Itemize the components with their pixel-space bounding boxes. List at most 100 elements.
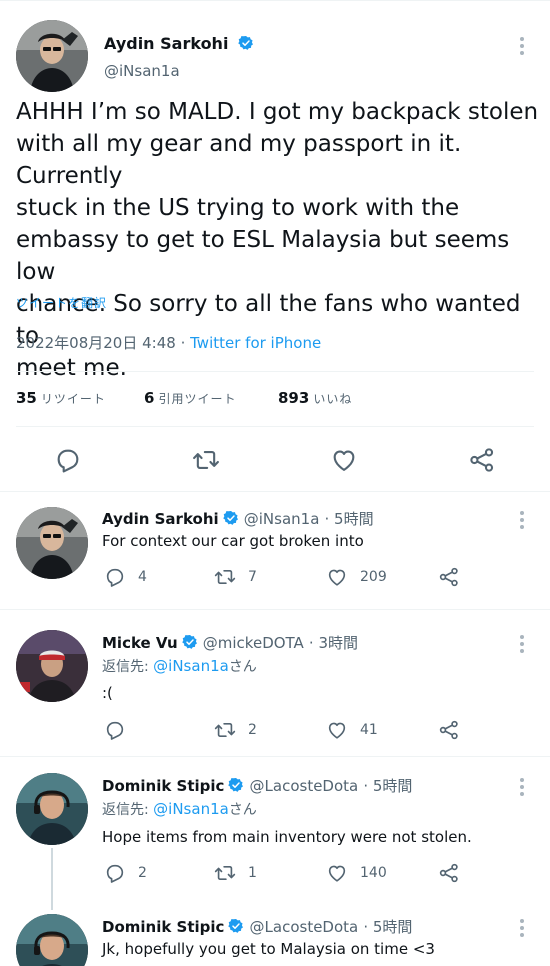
avatar-image xyxy=(16,914,88,966)
verified-badge-icon xyxy=(238,35,254,51)
likes-label: いいね xyxy=(313,392,353,406)
retweet-count: 7 xyxy=(248,569,257,585)
top-divider xyxy=(0,0,550,1)
replying-to-mention[interactable]: @iNsan1a xyxy=(153,657,229,675)
quotes-count: 6 xyxy=(144,389,155,407)
like-count: 209 xyxy=(360,569,387,585)
author-name-row[interactable]: Aydin Sarkohi xyxy=(104,34,254,53)
thread-connector-line xyxy=(51,848,53,910)
retweet-icon[interactable] xyxy=(192,446,220,474)
more-icon[interactable] xyxy=(514,34,530,58)
verified-badge-icon xyxy=(223,510,239,526)
main-tweet-divider xyxy=(0,491,550,492)
verified-badge-icon xyxy=(182,634,198,650)
retweets-label: リツイート xyxy=(40,392,106,406)
tweet-text-line: with all my gear and my passport in it. … xyxy=(16,131,462,189)
like-icon[interactable] xyxy=(326,719,348,741)
avatar-image xyxy=(16,630,88,702)
retweets-stat[interactable]: 35 リツイート xyxy=(16,388,106,407)
tweet-text-line: meet me. xyxy=(16,355,127,381)
reply-divider xyxy=(0,756,550,757)
author-handle[interactable]: @iNsan1a xyxy=(104,62,180,80)
reply-time[interactable]: · 5時間 xyxy=(363,777,412,795)
like-icon[interactable] xyxy=(326,566,348,588)
reply-header: Dominik Stipic @LacosteDota · 5時間 xyxy=(102,775,412,796)
share-icon[interactable] xyxy=(438,566,460,588)
reply-author-name[interactable]: Aydin Sarkohi xyxy=(102,510,219,528)
stats-bottom-divider xyxy=(16,426,534,427)
quotes-stat[interactable]: 6 引用ツイート xyxy=(144,388,236,407)
reply-author-handle[interactable]: @mickeDOTA xyxy=(203,634,304,652)
reply-time[interactable]: · 3時間 xyxy=(309,634,358,652)
timestamp[interactable]: 2022年08月20日 4:48 xyxy=(16,334,176,352)
more-icon[interactable] xyxy=(514,916,530,940)
replying-to-mention[interactable]: @iNsan1a xyxy=(153,800,229,818)
retweet-icon[interactable] xyxy=(214,566,236,588)
like-count: 41 xyxy=(360,722,378,738)
replying-to: 返信先: @iNsan1aさん xyxy=(102,799,257,819)
reply-icon[interactable] xyxy=(104,719,126,741)
share-icon[interactable] xyxy=(438,862,460,884)
likes-stat[interactable]: 893 いいね xyxy=(278,388,352,407)
reply-author-name[interactable]: Dominik Stipic xyxy=(102,777,224,795)
like-icon[interactable] xyxy=(326,862,348,884)
reply-divider xyxy=(0,609,550,610)
more-icon[interactable] xyxy=(514,508,530,532)
quotes-label: 引用ツイート xyxy=(158,392,237,406)
retweet-count: 1 xyxy=(248,865,257,881)
retweet-icon[interactable] xyxy=(214,719,236,741)
replying-to-suffix: さん xyxy=(228,802,257,818)
reply-time[interactable]: · 5時間 xyxy=(324,510,373,528)
reply-icon[interactable] xyxy=(104,566,126,588)
reply-header: Dominik Stipic @LacosteDota · 5時間 xyxy=(102,916,412,937)
replying-to-prefix: 返信先: xyxy=(102,659,154,675)
reply-text: Jk, hopefully you get to Malaysia on tim… xyxy=(102,940,435,958)
share-icon[interactable] xyxy=(438,719,460,741)
verified-badge-icon xyxy=(228,918,244,934)
avatar-image xyxy=(16,20,88,92)
retweet-icon[interactable] xyxy=(214,862,236,884)
meta-separator: · xyxy=(175,334,191,352)
reply-avatar[interactable] xyxy=(16,630,88,702)
replying-to-suffix: さん xyxy=(228,659,257,675)
stats-top-divider xyxy=(16,371,534,372)
reply-author-handle[interactable]: @LacosteDota xyxy=(250,918,359,936)
reply-icon[interactable] xyxy=(104,862,126,884)
tweet-source[interactable]: Twitter for iPhone xyxy=(190,334,321,352)
reply-text: Hope items from main inventory were not … xyxy=(102,828,472,846)
avatar[interactable] xyxy=(16,20,88,92)
reply-text: For context our car got broken into xyxy=(102,532,364,550)
reply-author-name[interactable]: Micke Vu xyxy=(102,634,178,652)
reply-avatar[interactable] xyxy=(16,914,88,966)
reply-author-handle[interactable]: @LacosteDota xyxy=(250,777,359,795)
avatar-image xyxy=(16,773,88,845)
tweet-text-line: stuck in the US trying to work with the xyxy=(16,195,460,221)
reply-header: Micke Vu @mickeDOTA · 3時間 xyxy=(102,632,358,653)
reply-count: 4 xyxy=(138,569,147,585)
replying-to: 返信先: @iNsan1aさん xyxy=(102,656,257,676)
retweet-count: 2 xyxy=(248,722,257,738)
retweets-count: 35 xyxy=(16,389,37,407)
replying-to-prefix: 返信先: xyxy=(102,802,154,818)
reply-avatar[interactable] xyxy=(16,507,88,579)
translate-tweet-link[interactable]: ツイートを翻訳 xyxy=(16,294,107,311)
like-count: 140 xyxy=(360,865,387,881)
reply-header: Aydin Sarkohi @iNsan1a · 5時間 xyxy=(102,508,374,529)
reply-time[interactable]: · 5時間 xyxy=(363,918,412,936)
reply-author-name[interactable]: Dominik Stipic xyxy=(102,918,224,936)
tweet-text-line: AHHH I’m so MALD. I got my backpack stol… xyxy=(16,99,539,125)
avatar-image xyxy=(16,507,88,579)
share-icon[interactable] xyxy=(468,446,496,474)
reply-author-handle[interactable]: @iNsan1a xyxy=(244,510,320,528)
more-icon[interactable] xyxy=(514,775,530,799)
reply-text: :( xyxy=(102,684,113,702)
author-name[interactable]: Aydin Sarkohi xyxy=(104,34,228,53)
tweet-meta: 2022年08月20日 4:48 · Twitter for iPhone xyxy=(16,332,321,353)
like-icon[interactable] xyxy=(330,446,358,474)
more-icon[interactable] xyxy=(514,632,530,656)
reply-icon[interactable] xyxy=(54,446,82,474)
reply-avatar[interactable] xyxy=(16,773,88,845)
tweet-text-line: embassy to get to ESL Malaysia but seems… xyxy=(16,227,510,285)
likes-count: 893 xyxy=(278,389,310,407)
verified-badge-icon xyxy=(228,777,244,793)
